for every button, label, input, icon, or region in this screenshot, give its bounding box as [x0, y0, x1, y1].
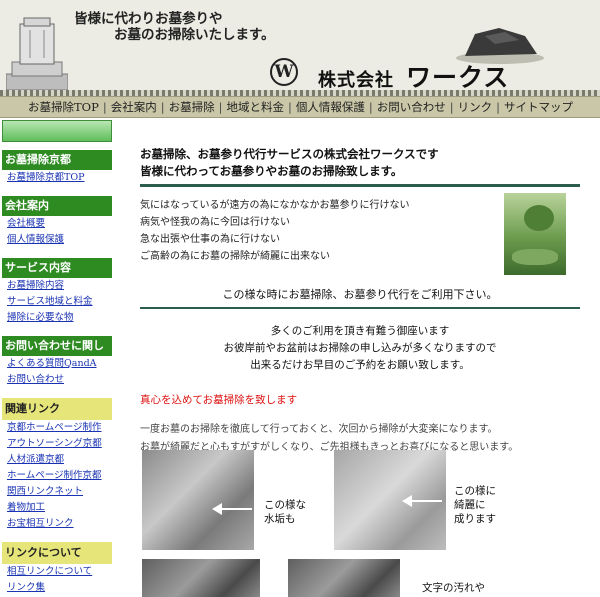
sidebar-link-top[interactable]: お墓掃除京都TOP: [2, 170, 112, 186]
arrow-left-icon: [212, 503, 252, 515]
sidebar-link-contact[interactable]: お問い合わせ: [2, 372, 112, 388]
nav-item-cleaning[interactable]: お墓掃除: [169, 99, 215, 115]
site-header: 皆様に代わりお墓参りや お墓のお掃除いたします。 W 株式会社 ワークス: [0, 0, 600, 96]
sidebar-link-faq[interactable]: よくある質問QandA: [2, 356, 112, 372]
sidebar-top-bar: [2, 120, 112, 142]
title-line-2: 皆様に代わってお墓参りやお墓のお掃除致します。: [140, 164, 403, 178]
figure-caption: この様に 綺麗に 成ります: [454, 485, 496, 525]
sidebar-link-privacy[interactable]: 個人情報保護: [2, 232, 112, 248]
sidebar-link-collection[interactable]: リンク集: [2, 580, 112, 596]
main-nav: お墓掃除TOP | 会社案内 | お墓掃除 | 地域と料金 | 個人情報保護 |…: [0, 96, 600, 118]
sidebar-link-items-needed[interactable]: 掃除に必要な物: [2, 310, 112, 326]
gratitude-line: 多くのご利用を頂き有難う御座います: [270, 325, 450, 337]
lettering-photo-1: [142, 559, 260, 597]
sidebar-link-mutual[interactable]: 相互リンクについて: [2, 564, 112, 580]
nav-item-links[interactable]: リンク: [458, 99, 493, 115]
sidebar-link-area-price[interactable]: サービス地域と料金: [2, 294, 112, 310]
sidebar-link-overview[interactable]: 会社概要: [2, 216, 112, 232]
sidebar: お墓掃除京都 お墓掃除京都TOP 会社案内 会社概要 個人情報保護 サービス内容…: [2, 120, 112, 596]
figure-caption: この様な 水垢も: [264, 499, 306, 525]
nav-item-sitemap[interactable]: サイトマップ: [504, 99, 573, 115]
company-prefix: 株式会社: [318, 70, 394, 91]
sidebar-link-related-4[interactable]: ホームページ制作京都: [2, 468, 112, 484]
company-name: 株式会社 ワークス: [318, 58, 509, 94]
lettering-photo-2: [288, 559, 400, 597]
figure-lettering: 文字の汚れや: [142, 559, 542, 597]
red-heading: 真心を込めてお墓掃除を致します: [140, 394, 298, 406]
sidebar-link-related-5[interactable]: 関西リンクネット: [2, 484, 112, 500]
sidebar-heading-links: リンクについて: [2, 542, 112, 564]
sidebar-link-related-2[interactable]: アウトソーシング京都: [2, 436, 112, 452]
gratitude-line: お彼岸前やお盆前はお掃除の申し込みが多くなりますので: [223, 342, 497, 354]
company-brand: ワークス: [406, 63, 510, 92]
title-line-1: お墓掃除、お墓参り代行サービスの株式会社ワークスです: [140, 147, 439, 161]
gratitude-line: 出来るだけお早目のご予約をお願い致します。: [250, 359, 470, 371]
nav-item-privacy[interactable]: 個人情報保護: [296, 99, 365, 115]
stone-before-photo: [142, 450, 254, 550]
sidebar-heading-kyoto: お墓掃除京都: [2, 150, 112, 170]
header-tagline: 皆様に代わりお墓参りや お墓のお掃除いたします。: [74, 11, 275, 43]
call-to-action: この様な時にお墓掃除、お墓参り代行をご利用下さい。: [222, 288, 498, 301]
sidebar-heading-service: サービス内容: [2, 258, 112, 278]
nav-item-contact[interactable]: お問い合わせ: [377, 99, 446, 115]
tagline-line-1: 皆様に代わりお墓参りや: [74, 11, 223, 27]
reasons-block: 気にはなっているが遠方の為になかなかお墓参りに行けない 病気や怪我の為に今回は行…: [140, 193, 580, 279]
nav-item-company[interactable]: 会社案内: [111, 99, 157, 115]
sidebar-link-cleaning-details[interactable]: お墓掃除内容: [2, 278, 112, 294]
gravestone-illustration: [6, 17, 68, 90]
sidebar-heading-company: 会社案内: [2, 196, 112, 216]
nav-item-top[interactable]: お墓掃除TOP: [28, 99, 99, 115]
section-divider: [140, 307, 580, 309]
company-logo-icon: W: [270, 58, 298, 86]
sidebar-heading-inquiry: お問い合わせに関して: [2, 336, 112, 372]
main-content: お墓掃除、お墓参り代行サービスの株式会社ワークスです 皆様に代わってお墓参りやお…: [140, 120, 580, 457]
description-line: 一度お墓のお掃除を徹底して行っておくと、次回から掃除が大変楽になります。: [140, 424, 498, 435]
page-title: お墓掃除、お墓参り代行サービスの株式会社ワークスです 皆様に代わってお墓参りやお…: [140, 146, 580, 180]
title-divider: [140, 184, 580, 187]
tagline-line-2: お墓のお掃除いたします。: [114, 27, 275, 43]
sidebar-link-related-6[interactable]: 着物加工: [2, 500, 112, 516]
sidebar-heading-related: 関連リンク: [2, 398, 112, 420]
figure-after: この様に 綺麗に 成ります: [334, 450, 534, 550]
arrow-left-icon: [402, 495, 442, 507]
figure-before: この様な 水垢も: [142, 450, 322, 550]
cemetery-trees-photo: [504, 193, 566, 275]
nav-item-area-price[interactable]: 地域と料金: [226, 99, 284, 115]
sidebar-link-related-1[interactable]: 京都ホームページ制作: [2, 420, 112, 436]
gratitude-message: 多くのご利用を頂き有難う御座います お彼岸前やお盆前はお掃除の申し込みが多くなり…: [140, 323, 580, 374]
figure-caption: 文字の汚れや: [422, 582, 485, 594]
sidebar-link-related-7[interactable]: お宝相互リンク: [2, 516, 112, 532]
sidebar-link-related-3[interactable]: 人材派遣京都: [2, 452, 112, 468]
